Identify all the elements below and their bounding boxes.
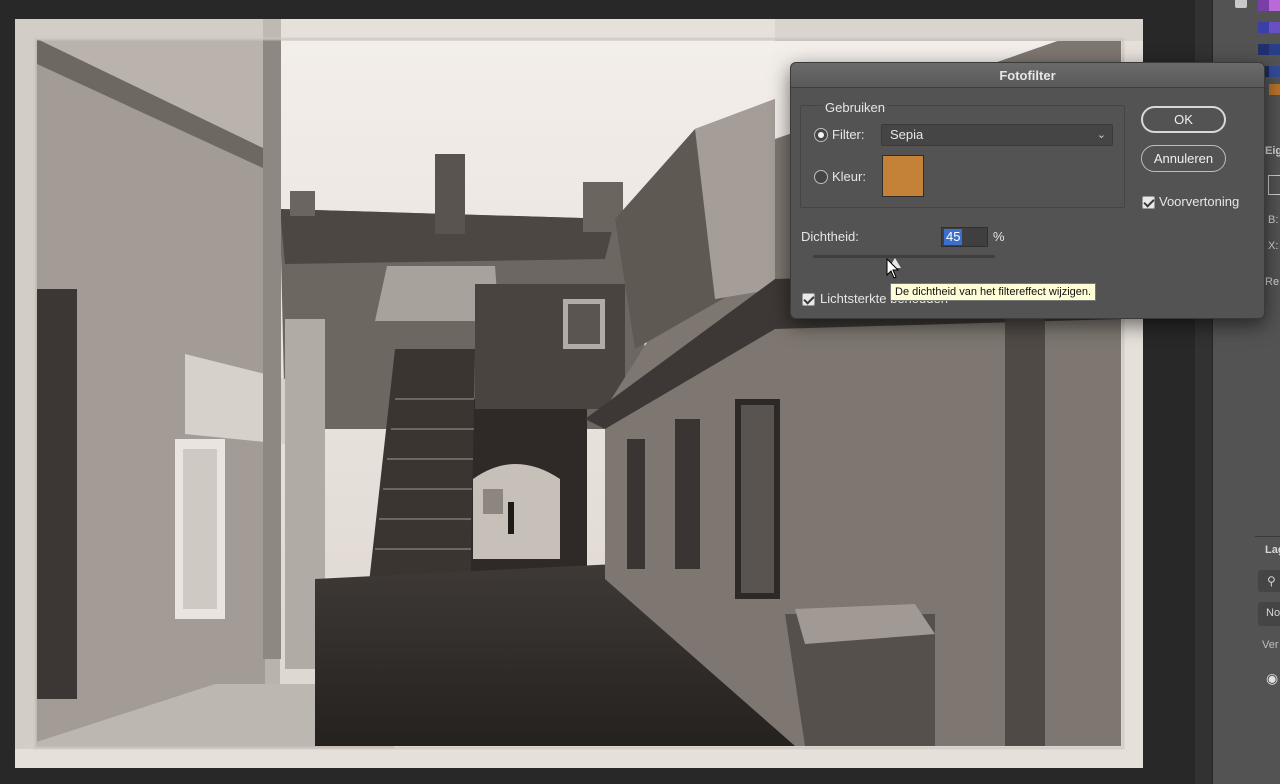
swatch-orange[interactable] — [1269, 84, 1280, 95]
photo-filter-dialog: Fotofilter Gebruiken Filter: Sepia ⌄ Kle… — [790, 62, 1265, 319]
density-slider-track[interactable] — [813, 255, 995, 258]
cancel-button[interactable]: Annuleren — [1141, 145, 1226, 172]
preview-label: Voorvertoning — [1159, 194, 1240, 209]
density-tooltip: De dichtheid van het filtereffect wijzig… — [890, 283, 1097, 301]
density-input[interactable]: 45 — [941, 227, 988, 247]
panel-menu-icon[interactable] — [1235, 0, 1247, 8]
filter-select[interactable]: Sepia ⌄ — [881, 124, 1113, 146]
properties-tab[interactable]: Eig — [1265, 145, 1280, 157]
filter-label: Filter: — [832, 127, 865, 142]
reset-button[interactable]: Re — [1265, 276, 1279, 288]
density-unit: % — [993, 229, 1005, 244]
preview-checkbox[interactable] — [1142, 196, 1155, 209]
eye-icon[interactable]: ◉ — [1266, 670, 1278, 687]
density-value: 45 — [944, 229, 963, 245]
mouse-pointer-icon — [886, 258, 900, 279]
preserve-luminosity-checkbox[interactable] — [802, 293, 815, 306]
swatch-indigo[interactable] — [1258, 22, 1269, 33]
color-radio[interactable] — [814, 170, 828, 184]
use-group-label: Gebruiken — [823, 100, 887, 115]
search-icon: ⚲ — [1267, 574, 1276, 588]
color-label: Kleur: — [832, 169, 866, 184]
blend-mode-select[interactable]: No — [1258, 602, 1280, 626]
field-x-label: X: — [1268, 240, 1279, 252]
dialog-title: Fotofilter — [791, 63, 1264, 88]
color-swatch[interactable] — [882, 155, 924, 197]
swatch-blue[interactable] — [1269, 44, 1280, 55]
density-label: Dichtheid: — [801, 229, 859, 244]
properties-mask-button[interactable] — [1268, 175, 1280, 195]
layer-filter-box[interactable]: ⚲ — [1258, 570, 1280, 592]
filter-radio[interactable] — [814, 128, 828, 142]
swatch-purple[interactable] — [1258, 0, 1269, 11]
photoshop-window: Eig B: X: Re Lag ⚲ No Ver ◉ Fotofilter G… — [0, 0, 1280, 784]
swatch-mid-blue[interactable] — [1269, 66, 1280, 77]
layers-tab[interactable]: Lag — [1265, 544, 1280, 556]
field-b-label: B: — [1268, 214, 1279, 226]
chevron-down-icon: ⌄ — [1096, 129, 1106, 141]
filter-select-value: Sepia — [890, 127, 924, 142]
swatch-lavender[interactable] — [1269, 22, 1280, 33]
lock-label: Ver — [1262, 639, 1279, 651]
swatch-violet[interactable] — [1269, 0, 1280, 11]
ok-button[interactable]: OK — [1141, 106, 1226, 133]
swatch-navy[interactable] — [1258, 44, 1269, 55]
use-group — [800, 105, 1125, 208]
